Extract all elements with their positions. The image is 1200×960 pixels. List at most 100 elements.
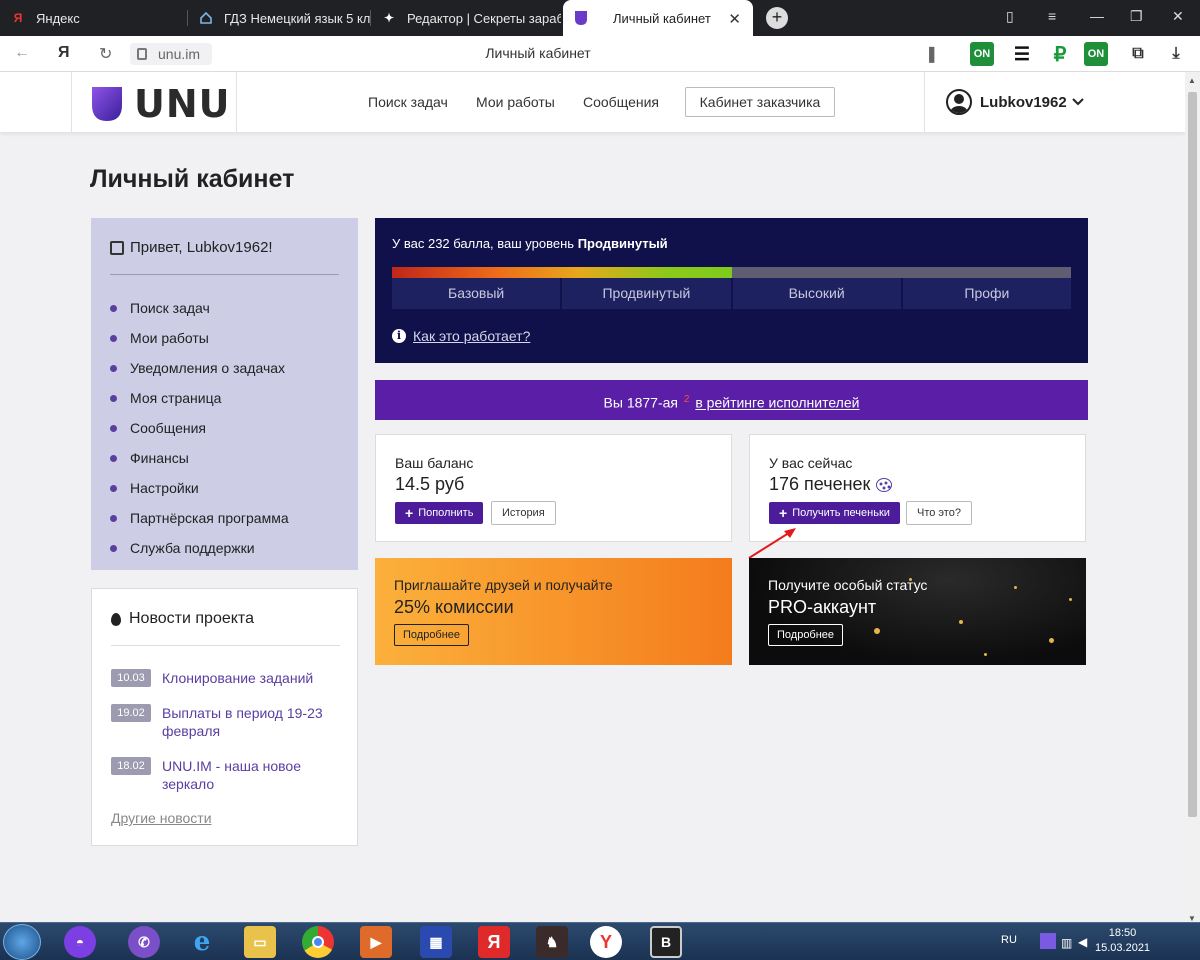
viber-icon[interactable]: ✆: [128, 926, 160, 958]
yandex-browser-icon[interactable]: Y: [590, 926, 622, 958]
download-icon[interactable]: ⤓: [1164, 42, 1188, 66]
invite-more-button[interactable]: Подробнее: [394, 624, 470, 646]
pro-more-button[interactable]: Подробнее: [768, 624, 844, 646]
media-player-icon[interactable]: ▶: [360, 926, 392, 958]
sidebar-item-messages[interactable]: Сообщения: [110, 413, 289, 443]
unu-logo[interactable]: UNU: [90, 82, 231, 126]
chrome-icon[interactable]: [302, 926, 334, 958]
close-tab-icon[interactable]: ✕: [728, 10, 741, 28]
sidebar: Привет, Lubkov1962! Поиск задач Мои рабо…: [91, 218, 358, 570]
news-date: 19.02: [111, 704, 151, 722]
how-it-works-link[interactable]: Как это работает?: [413, 328, 530, 344]
more-news-link[interactable]: Другие новости: [111, 810, 212, 826]
sidebar-item-search-tasks[interactable]: Поиск задач: [110, 293, 289, 323]
windows-start-icon[interactable]: [3, 924, 41, 960]
nav-my-works[interactable]: Мои работы: [476, 94, 555, 110]
news-date: 18.02: [111, 757, 151, 775]
news-panel: Новости проекта 10.03 Клонирование задан…: [91, 588, 358, 846]
collections-icon[interactable]: ▯: [1006, 8, 1014, 25]
nav-search-tasks[interactable]: Поиск задач: [368, 94, 448, 110]
how-it-works[interactable]: i Как это работает?: [392, 328, 530, 344]
alice-icon[interactable]: ◓: [64, 926, 96, 958]
on-badge-icon[interactable]: ON: [970, 42, 994, 66]
bullet-icon: [110, 514, 117, 522]
news-text: Клонирование заданий: [162, 670, 314, 686]
topup-button[interactable]: + Пополнить: [395, 502, 484, 524]
get-cookies-button[interactable]: + Получить печеньки: [769, 502, 900, 524]
cookie-icon: [876, 477, 893, 492]
sidebar-item-partner[interactable]: Партнёрская программа: [110, 503, 289, 533]
customer-cabinet-button[interactable]: Кабинет заказчика: [685, 87, 835, 117]
address-bar: ← Я ↻ unu.im Личный кабинет ❚ ON ☰ ₽ ON …: [0, 36, 1200, 72]
minimize-icon[interactable]: —: [1090, 8, 1104, 24]
stack-icon[interactable]: ☰: [1010, 42, 1034, 66]
avatar-icon: [946, 89, 972, 115]
page-scrollbar[interactable]: ▲ ▼: [1185, 72, 1200, 927]
ie-icon[interactable]: e: [186, 926, 218, 958]
tab-gdz[interactable]: ГДЗ Немецкий язык 5 кла: [188, 0, 371, 36]
what-is-it-button[interactable]: Что это?: [906, 501, 972, 525]
level-segments: Базовый Продвинутый Высокий Профи: [392, 278, 1071, 309]
game-icon[interactable]: ♞: [536, 926, 568, 958]
tab-cabinet[interactable]: Личный кабинет ✕: [563, 0, 753, 36]
scroll-thumb[interactable]: [1188, 92, 1197, 817]
news-item[interactable]: 18.02 UNU.IM - наша новое зеркало: [111, 757, 332, 793]
news-item[interactable]: 19.02 Выплаты в период 19-23 февраля: [111, 704, 332, 740]
level-advanced: Продвинутый: [562, 278, 731, 309]
plus-icon: +: [779, 505, 788, 521]
bookmark-icon[interactable]: ❚: [925, 44, 938, 64]
tab-label: Яндекс: [36, 10, 80, 26]
level-progress-fill: [392, 267, 732, 278]
yandex-icon: Я: [13, 11, 23, 25]
drop-icon: [111, 612, 121, 626]
system-tray: RU ▥ ◀ 18:50 15.03.2021: [985, 923, 1200, 960]
news-title: Новости проекта: [111, 610, 254, 628]
news-item[interactable]: 10.03 Клонирование заданий: [111, 669, 332, 687]
history-button[interactable]: История: [491, 501, 556, 525]
info-icon: i: [392, 329, 406, 343]
sidebar-item-my-page[interactable]: Моя страница: [110, 383, 289, 413]
close-window-icon[interactable]: ✕: [1172, 8, 1184, 25]
greeting-text: Привет, Lubkov1962!: [130, 239, 273, 256]
sidebar-item-support[interactable]: Служба поддержки: [110, 533, 289, 563]
sidebar-item-settings[interactable]: Настройки: [110, 473, 289, 503]
b-app-icon[interactable]: B: [650, 926, 682, 958]
sidebar-item-my-works[interactable]: Мои работы: [110, 323, 289, 353]
folder-icon[interactable]: ▭: [244, 926, 276, 958]
level-panel: У вас 232 балла, ваш уровень Продвинутый…: [375, 218, 1088, 363]
maximize-icon[interactable]: ❐: [1130, 8, 1143, 25]
yandex-app-icon[interactable]: Я: [478, 926, 510, 958]
tab-editor[interactable]: ✦ Редактор | Секреты зараб: [371, 0, 561, 36]
invite-value: 25% комиссии: [394, 597, 514, 617]
clock[interactable]: 18:50 15.03.2021: [1095, 926, 1150, 956]
scroll-up-icon[interactable]: ▲: [1188, 76, 1196, 85]
page-title-bar: Личный кабинет: [485, 45, 591, 61]
user-menu[interactable]: Lubkov1962: [946, 89, 1085, 115]
volume-icon[interactable]: ◀: [1078, 935, 1087, 949]
sidebar-item-notifications[interactable]: Уведомления о задачах: [110, 353, 289, 383]
unu-shield-logo-icon: [92, 87, 122, 121]
on-badge-icon[interactable]: ON: [1084, 42, 1108, 66]
pro-title: Получите особый статус: [768, 577, 928, 593]
tray-app-icon[interactable]: [1040, 933, 1056, 949]
tab-yandex[interactable]: Я Яндекс: [0, 0, 188, 36]
tab-label: Личный кабинет: [613, 10, 711, 26]
level-name: Продвинутый: [577, 236, 668, 251]
rating-link[interactable]: в рейтинге исполнителей: [695, 395, 859, 411]
clock-date: 15.03.2021: [1095, 942, 1151, 954]
nav-messages[interactable]: Сообщения: [583, 94, 659, 110]
menu-icon[interactable]: ≡: [1048, 8, 1056, 24]
language-indicator[interactable]: RU: [1001, 934, 1017, 946]
site-header: UNU Поиск задач Мои работы Сообщения Каб…: [0, 72, 1185, 132]
sidebar-item-finances[interactable]: Финансы: [110, 443, 289, 473]
cookies-value: 176 печенек: [769, 474, 893, 495]
ruble-icon[interactable]: ₽: [1048, 42, 1072, 66]
news-date: 10.03: [111, 669, 151, 687]
level-high: Высокий: [732, 278, 901, 309]
new-tab-button[interactable]: +: [766, 7, 788, 29]
extensions-icon[interactable]: ⧉: [1126, 42, 1150, 66]
tab-label: Редактор | Секреты зараб: [407, 10, 561, 26]
save-floppy-icon[interactable]: ▦: [420, 926, 452, 958]
network-icon[interactable]: ▥: [1061, 936, 1072, 950]
cookies-label: У вас сейчас: [769, 455, 853, 471]
